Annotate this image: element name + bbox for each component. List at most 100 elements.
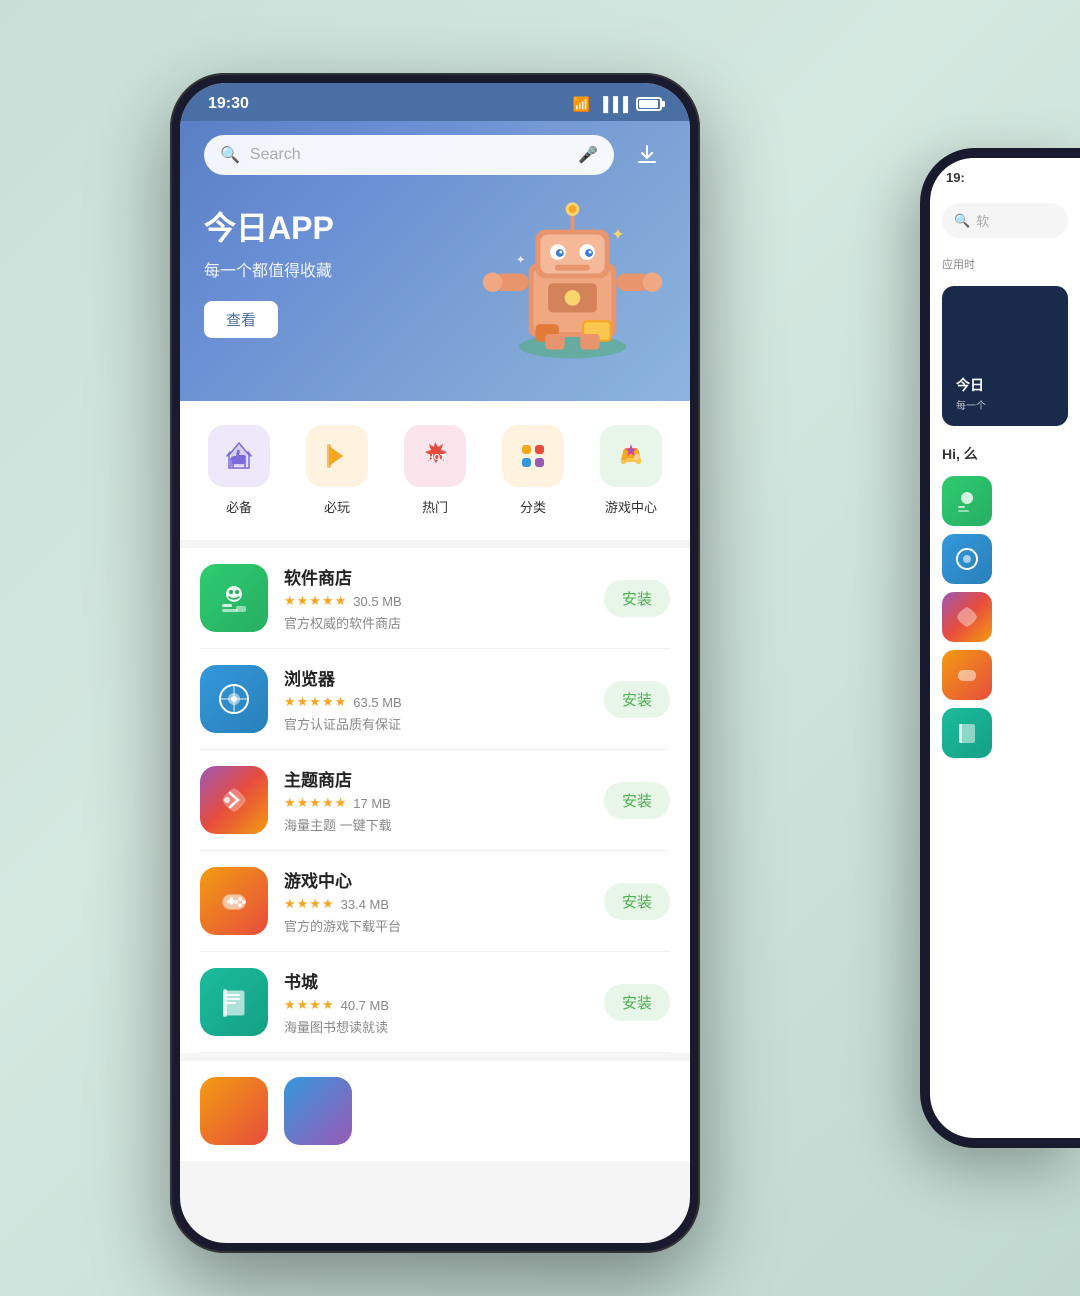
gamecenter-stars: ★★★★ xyxy=(284,896,335,912)
phone2-books-icon xyxy=(942,708,992,758)
gamecenter-rating: ★★★★ 33.4 MB xyxy=(284,896,588,912)
appstore-stars: ★★★★★ xyxy=(284,593,347,609)
appstore-install-button[interactable]: 安装 xyxy=(604,580,670,617)
bottom-peek xyxy=(180,1061,690,1161)
theme-size: 17 MB xyxy=(353,796,391,811)
books-install-button[interactable]: 安装 xyxy=(604,984,670,1021)
banner-button[interactable]: 查看 xyxy=(204,301,278,338)
appstore-desc: 官方权威的软件商店 xyxy=(284,613,588,632)
app-item-books[interactable]: 书城 ★★★★ 40.7 MB 海量图书想读就读 安装 xyxy=(200,952,670,1053)
app-item-browser[interactable]: 浏览器 ★★★★★ 63.5 MB 官方认证品质有保证 安装 xyxy=(200,649,670,750)
phone2-search-bar[interactable]: 🔍 软 xyxy=(942,203,1068,238)
phone2-search-icon: 🔍 xyxy=(954,213,970,229)
category-icon-container xyxy=(502,425,564,487)
phone2-browser-icon xyxy=(942,534,992,584)
essential-label: 必备 xyxy=(226,497,252,516)
hot-label: 热门 xyxy=(422,497,448,516)
status-bar: 19:30 📶 ▐▐▐ xyxy=(180,83,690,121)
phone2-game-icon xyxy=(942,650,992,700)
phone2-search-hint: 软 xyxy=(976,211,989,230)
download-button[interactable] xyxy=(628,136,666,174)
app-list: 软件商店 ★★★★★ 30.5 MB 官方权威的软件商店 安装 xyxy=(180,548,690,1053)
banner-content: 今日APP 每一个都值得收藏 查看 xyxy=(204,193,666,338)
phone2-banner-sub: 每一个 xyxy=(956,397,1054,412)
categories-section: 必备 必玩 HOT 热门 xyxy=(180,401,690,540)
category-gamecenter[interactable]: 游戏中心 xyxy=(600,425,662,516)
appstore-rating: ★★★★★ 30.5 MB xyxy=(284,593,588,609)
appstore-info: 软件商店 ★★★★★ 30.5 MB 官方权威的软件商店 xyxy=(284,564,588,632)
theme-stars: ★★★★★ xyxy=(284,795,347,811)
browser-icon xyxy=(200,665,268,733)
theme-icon xyxy=(200,766,268,834)
phone2-hi-text: Hi, 么 xyxy=(930,432,1080,470)
search-icon: 🔍 xyxy=(220,145,240,165)
appstore-icon xyxy=(200,564,268,632)
phone-frame-1: 19:30 📶 ▐▐▐ 🔍 Search 🎤 xyxy=(170,73,700,1253)
theme-info: 主题商店 ★★★★★ 17 MB 海量主题 一键下载 xyxy=(284,766,588,834)
category-play[interactable]: 必玩 xyxy=(306,425,368,516)
gamecenter-size: 33.4 MB xyxy=(341,897,389,912)
books-desc: 海量图书想读就读 xyxy=(284,1017,588,1036)
phone2-theme-icon xyxy=(942,592,992,642)
books-icon xyxy=(200,968,268,1036)
mic-icon: 🎤 xyxy=(578,145,598,165)
appstore-name: 软件商店 xyxy=(284,564,588,589)
theme-desc: 海量主题 一键下载 xyxy=(284,815,588,834)
gamecenter-app-info: 游戏中心 ★★★★ 33.4 MB 官方的游戏下载平台 xyxy=(284,867,588,935)
theme-rating: ★★★★★ 17 MB xyxy=(284,795,588,811)
books-name: 书城 xyxy=(284,968,588,993)
phone-screen-2: 19: 🔍 软 应用时 今日 每一个 Hi, 么 xyxy=(930,158,1080,1138)
wifi-icon: 📶 xyxy=(573,96,590,113)
browser-desc: 官方认证品质有保证 xyxy=(284,714,588,733)
phone2-banner: 今日 每一个 xyxy=(942,286,1068,426)
category-hot[interactable]: HOT 热门 xyxy=(404,425,466,516)
search-placeholder-text: Search xyxy=(250,146,568,164)
svg-text:HOT: HOT xyxy=(428,453,445,462)
books-size: 40.7 MB xyxy=(341,998,389,1013)
battery-icon xyxy=(636,97,662,111)
category-essential[interactable]: 必备 xyxy=(208,425,270,516)
status-icons: 📶 ▐▐▐ xyxy=(573,96,662,113)
gamecenter-install-button[interactable]: 安装 xyxy=(604,883,670,920)
phone2-status-bar: 19: xyxy=(930,158,1080,193)
phone2-time: 19: xyxy=(946,170,965,185)
browser-rating: ★★★★★ 63.5 MB xyxy=(284,694,588,710)
browser-info: 浏览器 ★★★★★ 63.5 MB 官方认证品质有保证 xyxy=(284,665,588,733)
phone2-appstore-icon xyxy=(942,476,992,526)
category-category[interactable]: 分类 xyxy=(502,425,564,516)
gamecenter-desc: 官方的游戏下载平台 xyxy=(284,916,588,935)
phone-screen-1: 19:30 📶 ▐▐▐ 🔍 Search 🎤 xyxy=(180,83,690,1243)
peek-icon-1 xyxy=(200,1077,268,1145)
header-banner: 🔍 Search 🎤 今日APP 每一个都值得收藏 查看 xyxy=(180,121,690,401)
phone2-app-icons xyxy=(930,470,1080,764)
app-item-gamecenter[interactable]: 游戏中心 ★★★★ 33.4 MB 官方的游戏下载平台 安装 xyxy=(200,851,670,952)
search-bar[interactable]: 🔍 Search 🎤 xyxy=(204,135,614,175)
time-display: 19:30 xyxy=(208,95,249,113)
phone-frame-2: 19: 🔍 软 应用时 今日 每一个 Hi, 么 xyxy=(920,148,1080,1148)
books-rating: ★★★★ 40.7 MB xyxy=(284,997,588,1013)
books-stars: ★★★★ xyxy=(284,997,335,1013)
browser-stars: ★★★★★ xyxy=(284,694,347,710)
gamecenter-app-name: 游戏中心 xyxy=(284,867,588,892)
browser-size: 63.5 MB xyxy=(353,695,401,710)
browser-install-button[interactable]: 安装 xyxy=(604,681,670,718)
appstore-size: 30.5 MB xyxy=(353,594,401,609)
peek-icon-2 xyxy=(284,1077,352,1145)
theme-install-button[interactable]: 安装 xyxy=(604,782,670,819)
browser-name: 浏览器 xyxy=(284,665,588,690)
app-item-theme[interactable]: 主题商店 ★★★★★ 17 MB 海量主题 一键下载 安装 xyxy=(200,750,670,851)
play-label: 必玩 xyxy=(324,497,350,516)
category-label-text: 分类 xyxy=(520,497,546,516)
gamecenter-icon-container xyxy=(600,425,662,487)
books-info: 书城 ★★★★ 40.7 MB 海量图书想读就读 xyxy=(284,968,588,1036)
banner-subtitle: 每一个都值得收藏 xyxy=(204,257,666,281)
play-icon-container xyxy=(306,425,368,487)
hot-icon-container: HOT xyxy=(404,425,466,487)
gamecenter-app-icon xyxy=(200,867,268,935)
banner-title: 今日APP xyxy=(204,203,666,249)
phone2-section-label: 应用时 xyxy=(930,248,1080,280)
app-item-appstore[interactable]: 软件商店 ★★★★★ 30.5 MB 官方权威的软件商店 安装 xyxy=(200,548,670,649)
gamecenter-label: 游戏中心 xyxy=(605,497,657,516)
essential-icon xyxy=(208,425,270,487)
phone2-banner-title: 今日 xyxy=(956,375,1054,395)
